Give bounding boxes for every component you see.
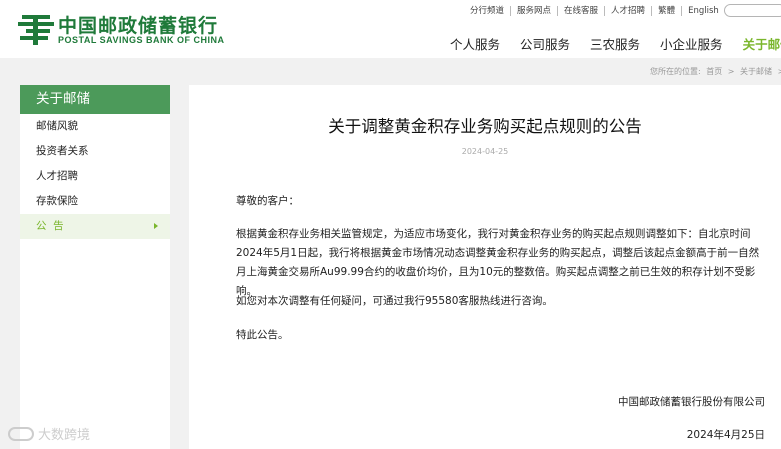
article-panel: 关于调整黄金积存业务购买起点规则的公告 2024-04-25 尊敬的客户： 根据… <box>189 85 781 449</box>
sidebar: 关于邮储 邮储风貌 投资者关系 人才招聘 存款保险 公 告 <box>20 85 170 449</box>
sidebar-item-careers[interactable]: 人才招聘 <box>20 164 170 189</box>
top-link-branch-channel[interactable]: 分行频道 <box>464 6 512 16</box>
watermark-logo-icon <box>8 426 34 441</box>
top-link-careers[interactable]: 人才招聘 <box>605 6 653 16</box>
sidebar-item-announcements[interactable]: 公 告 <box>20 214 170 239</box>
watermark-text: 大数跨境 <box>38 428 91 443</box>
site-header: 中国邮政储蓄银行 POSTAL SAVINGS BANK OF CHINA 分行… <box>0 0 781 58</box>
article-paragraph-1: 根据黄金积存业务相关监管规定，为适应市场变化，我行对黄金积存业务的购买起点规则调… <box>236 228 760 297</box>
article-date: 2024-04-25 <box>461 147 509 156</box>
postal-savings-logo-icon[interactable] <box>18 12 54 46</box>
logo-english-name[interactable]: POSTAL SAVINGS BANK OF CHINA <box>58 35 225 45</box>
sidebar-item-investor-relations[interactable]: 投资者关系 <box>20 139 170 164</box>
sidebar-title: 关于邮储 <box>20 85 170 114</box>
breadcrumb-about[interactable]: 关于邮储 <box>740 67 772 76</box>
article-greeting: 尊敬的客户： <box>236 195 299 207</box>
search-input[interactable] <box>724 4 781 17</box>
watermark: 大数跨境 <box>8 424 90 443</box>
breadcrumb: 您所在的位置: 首页 > 关于邮储 > 公 <box>650 67 781 76</box>
top-link-service-outlets[interactable]: 服务网点 <box>511 6 559 16</box>
logo-chinese-name[interactable]: 中国邮政储蓄银行 <box>58 11 218 38</box>
breadcrumb-home[interactable]: 首页 <box>706 67 722 76</box>
top-link-traditional-chinese[interactable]: 繁體 <box>652 6 683 16</box>
top-link-english[interactable]: English <box>682 6 725 16</box>
top-link-online-service[interactable]: 在线客服 <box>558 6 606 16</box>
article-paragraph-2: 如您对本次调整有任何疑问，可通过我行95580客服热线进行咨询。 <box>236 295 553 307</box>
main-navigation: 个人服务 公司服务 三农服务 小企业服务 关于邮储 <box>440 34 781 53</box>
nav-small-business-services[interactable]: 小企业服务 <box>660 34 723 53</box>
nav-corporate-services[interactable]: 公司服务 <box>520 34 570 53</box>
nav-personal-services[interactable]: 个人服务 <box>450 34 500 53</box>
nav-rural-services[interactable]: 三农服务 <box>590 34 640 53</box>
chevron-right-icon <box>154 223 158 229</box>
sidebar-item-style[interactable]: 邮储风貌 <box>20 114 170 139</box>
sidebar-item-announcements-label: 公 告 <box>36 220 64 232</box>
article-title: 关于调整黄金积存业务购买起点规则的公告 <box>328 117 642 136</box>
top-utility-links: 分行频道 服务网点 在线客服 人才招聘 繁體 English <box>464 5 725 17</box>
breadcrumb-prefix: 您所在的位置: <box>650 67 701 76</box>
article-paragraph-3: 特此公告。 <box>236 329 289 341</box>
signature-date: 2024年4月25日 <box>686 429 765 441</box>
sidebar-item-deposit-insurance[interactable]: 存款保险 <box>20 189 170 214</box>
nav-about-psbc[interactable]: 关于邮储 <box>743 34 781 53</box>
signature-organization: 中国邮政储蓄银行股份有限公司 <box>618 396 765 408</box>
